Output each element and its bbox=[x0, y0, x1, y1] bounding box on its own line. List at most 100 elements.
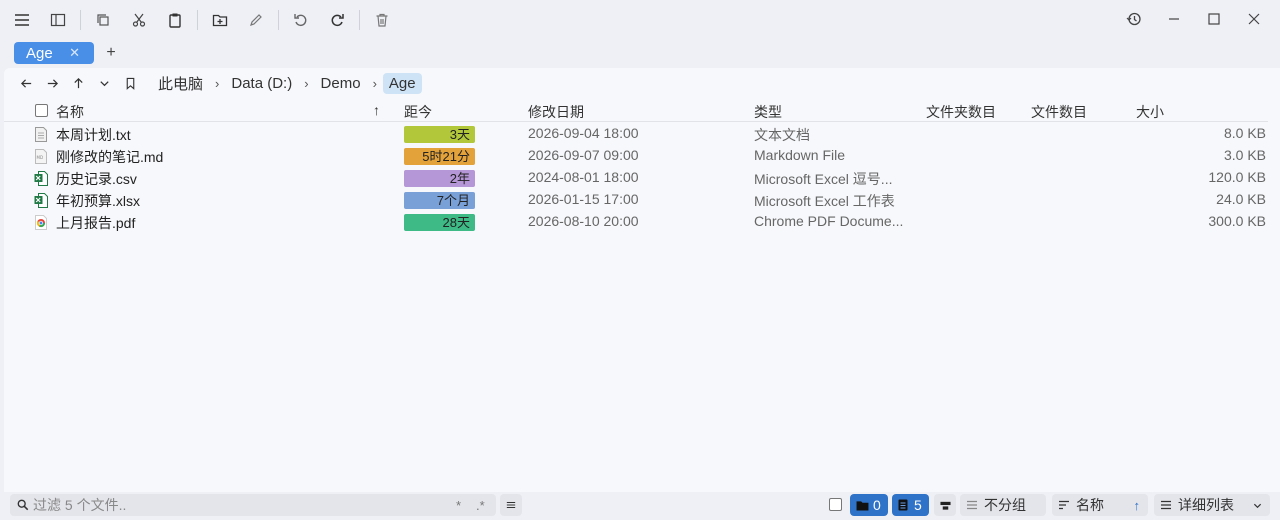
tab-bar: Age ✕ + bbox=[0, 40, 1280, 68]
search-icon bbox=[17, 499, 29, 511]
age-badge: 5时21分 bbox=[404, 148, 475, 165]
file-type: Microsoft Excel 工作表 bbox=[754, 193, 895, 209]
chevron-down-icon[interactable] bbox=[91, 70, 117, 96]
file-row[interactable]: MD 刚修改的笔记.md 5时21分 2026-09-07 09:00 Mark… bbox=[4, 145, 1268, 167]
file-row[interactable]: 历史记录.csv 2年 2024-08-01 18:00 Microsoft E… bbox=[4, 167, 1268, 189]
minimize-icon[interactable] bbox=[1154, 4, 1194, 34]
text-file-icon bbox=[35, 127, 47, 142]
svg-text:MD: MD bbox=[37, 155, 44, 160]
folders-count-badge[interactable]: 0 bbox=[850, 494, 888, 516]
file-row[interactable]: 年初预算.xlsx 7个月 2026-01-15 17:00 Microsoft… bbox=[4, 189, 1268, 211]
file-name: 刚修改的笔记.md bbox=[56, 149, 164, 165]
file-type: Microsoft Excel 逗号... bbox=[754, 171, 893, 187]
tab-close-icon[interactable]: ✕ bbox=[69, 45, 80, 61]
breadcrumb-separator: › bbox=[304, 75, 309, 91]
layout-toggle-button[interactable] bbox=[934, 494, 956, 516]
column-type[interactable]: 类型 bbox=[754, 102, 782, 122]
rename-icon[interactable] bbox=[238, 5, 274, 35]
file-date: 2026-08-10 20:00 bbox=[528, 213, 639, 229]
back-icon[interactable] bbox=[13, 70, 39, 96]
file-date: 2026-09-04 18:00 bbox=[528, 125, 639, 141]
markdown-file-icon: MD bbox=[35, 149, 47, 164]
file-row[interactable]: 上月报告.pdf 28天 2026-08-10 20:00 Chrome PDF… bbox=[4, 211, 1268, 233]
file-type: Markdown File bbox=[754, 147, 846, 163]
column-size[interactable]: 大小 bbox=[1136, 102, 1164, 122]
sort-by-dropdown[interactable]: 名称 ↑ bbox=[1052, 494, 1148, 516]
file-name: 本周计划.txt bbox=[56, 127, 131, 143]
breadcrumb-item-drive[interactable]: Data (D:) bbox=[225, 73, 298, 94]
view-mode-dropdown[interactable]: 详细列表 bbox=[1154, 494, 1270, 516]
age-badge: 7个月 bbox=[404, 192, 475, 209]
file-date: 2026-01-15 17:00 bbox=[528, 191, 639, 207]
group-by-dropdown[interactable]: 不分组 bbox=[960, 494, 1046, 516]
column-header: 名称 ↑ 距今 修改日期 类型 文件夹数目 文件数目 大小 bbox=[4, 100, 1268, 122]
age-badge: 28天 bbox=[404, 214, 475, 231]
new-folder-icon[interactable] bbox=[202, 5, 238, 35]
age-badge: 3天 bbox=[404, 126, 475, 143]
delete-icon[interactable] bbox=[364, 5, 400, 35]
group-icon bbox=[967, 500, 977, 510]
menu-icon[interactable] bbox=[4, 5, 40, 35]
bookmark-icon[interactable] bbox=[117, 70, 143, 96]
toolbar-divider bbox=[359, 10, 360, 30]
add-tab-button[interactable]: + bbox=[104, 42, 118, 64]
select-checkbox[interactable] bbox=[829, 498, 842, 511]
file-type: Chrome PDF Docume... bbox=[754, 213, 904, 229]
select-all-checkbox[interactable] bbox=[35, 104, 48, 117]
wildcard-toggle[interactable]: * bbox=[456, 498, 461, 513]
panel-icon[interactable] bbox=[40, 5, 76, 35]
breadcrumb-separator: › bbox=[215, 75, 220, 91]
filter-input[interactable]: 过滤 5 个文件.. * .* bbox=[10, 494, 496, 516]
file-row[interactable]: 本周计划.txt 3天 2026-09-04 18:00 文本文档 8.0 KB bbox=[4, 123, 1268, 145]
maximize-icon[interactable] bbox=[1194, 4, 1234, 34]
file-size: 3.0 KB bbox=[1223, 147, 1266, 163]
file-icon bbox=[898, 499, 908, 511]
redo-icon[interactable] bbox=[319, 5, 355, 35]
filter-menu-button[interactable] bbox=[500, 494, 522, 516]
breadcrumb: 此电脑 › Data (D:) › Demo › Age bbox=[152, 71, 422, 95]
chevron-down-icon bbox=[1253, 503, 1262, 508]
column-age[interactable]: 距今 bbox=[404, 102, 432, 122]
paste-icon[interactable] bbox=[157, 5, 193, 35]
details-view-icon bbox=[1161, 500, 1171, 510]
toolbar-divider bbox=[80, 10, 81, 30]
close-icon[interactable] bbox=[1234, 4, 1274, 34]
file-size: 24.0 KB bbox=[1216, 191, 1266, 207]
cut-icon[interactable] bbox=[121, 5, 157, 35]
file-date: 2024-08-01 18:00 bbox=[528, 169, 639, 185]
column-file-count[interactable]: 文件数目 bbox=[1031, 102, 1087, 122]
excel-file-icon bbox=[34, 171, 48, 186]
sort-icon bbox=[1059, 500, 1069, 510]
filter-placeholder: 过滤 5 个文件.. bbox=[33, 497, 127, 513]
toolbar-divider bbox=[197, 10, 198, 30]
file-type: 文本文档 bbox=[754, 127, 810, 143]
folders-count: 0 bbox=[873, 497, 881, 513]
view-mode-label: 详细列表 bbox=[1178, 497, 1234, 513]
excel-file-icon bbox=[34, 193, 48, 208]
history-icon[interactable] bbox=[1114, 4, 1154, 34]
file-size: 8.0 KB bbox=[1223, 125, 1266, 141]
column-folder-count[interactable]: 文件夹数目 bbox=[926, 102, 996, 122]
file-name: 年初预算.xlsx bbox=[56, 193, 140, 209]
breadcrumb-item-demo[interactable]: Demo bbox=[315, 73, 367, 94]
copy-icon[interactable] bbox=[85, 5, 121, 35]
files-count-badge[interactable]: 5 bbox=[892, 494, 929, 516]
file-date: 2026-09-07 09:00 bbox=[528, 147, 639, 163]
file-pane: 此电脑 › Data (D:) › Demo › Age 名称 ↑ 距今 修改日… bbox=[4, 68, 1280, 492]
sort-direction-icon[interactable]: ↑ bbox=[1134, 498, 1141, 513]
chrome-pdf-icon bbox=[35, 215, 47, 230]
undo-icon[interactable] bbox=[283, 5, 319, 35]
tab-age[interactable]: Age ✕ bbox=[14, 42, 94, 64]
breadcrumb-item-age[interactable]: Age bbox=[382, 72, 422, 94]
folder-icon bbox=[856, 500, 869, 511]
breadcrumb-item-pc[interactable]: 此电脑 bbox=[152, 71, 209, 96]
status-bar: 过滤 5 个文件.. * .* 0 5 不分组 名称 ↑ 详细列表 bbox=[0, 492, 1280, 520]
sort-by-label: 名称 bbox=[1076, 497, 1104, 513]
column-name[interactable]: 名称 bbox=[56, 102, 84, 122]
file-name: 上月报告.pdf bbox=[56, 215, 136, 231]
column-date[interactable]: 修改日期 bbox=[528, 102, 584, 122]
up-icon[interactable] bbox=[65, 70, 91, 96]
forward-icon[interactable] bbox=[39, 70, 65, 96]
regex-toggle[interactable]: .* bbox=[476, 498, 485, 513]
breadcrumb-separator: › bbox=[372, 75, 377, 91]
